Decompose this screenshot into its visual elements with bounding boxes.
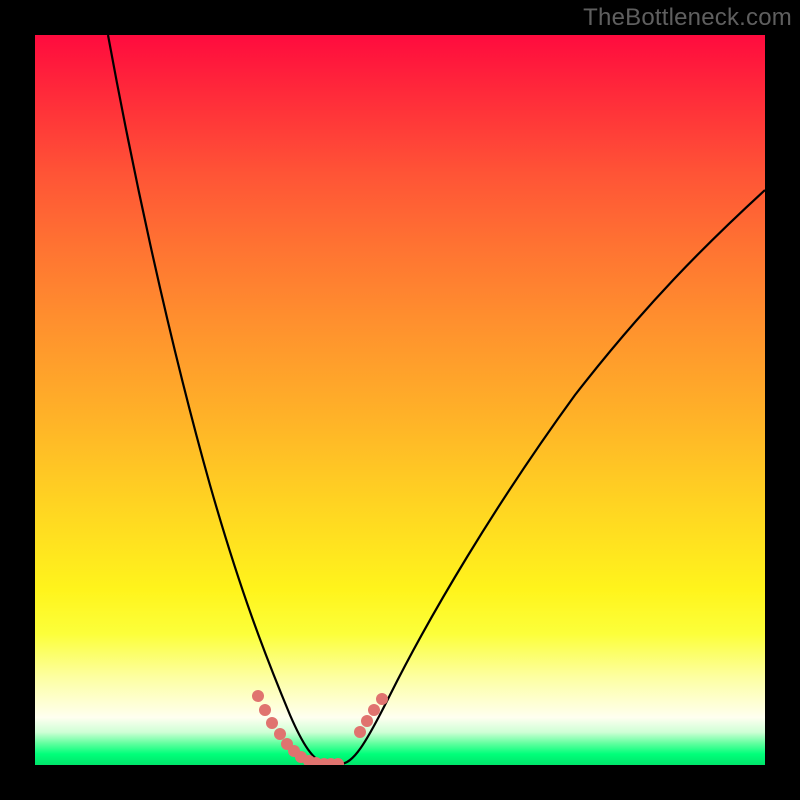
plot-gradient-background <box>35 35 765 765</box>
chart-frame: TheBottleneck.com <box>0 0 800 800</box>
watermark-text: TheBottleneck.com <box>583 4 792 32</box>
